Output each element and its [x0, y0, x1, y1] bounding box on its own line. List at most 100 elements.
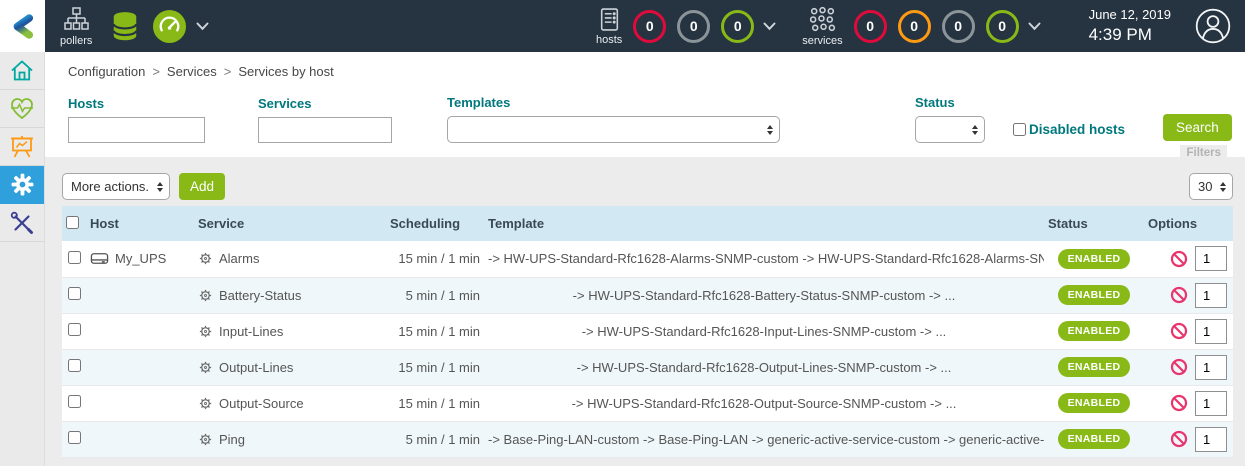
scheduling-value: 15 min / 1 min: [386, 313, 484, 349]
service-gear-icon: [198, 396, 213, 411]
breadcrumb-services[interactable]: Services: [167, 64, 217, 79]
tools-icon: [9, 210, 35, 236]
hosts-unreachable-badge[interactable]: 0: [677, 10, 710, 43]
host-link[interactable]: My_UPS: [115, 251, 166, 266]
services-filter-input[interactable]: [258, 117, 392, 143]
disable-icon[interactable]: [1170, 286, 1188, 304]
services-status-menu[interactable]: services: [802, 6, 842, 47]
datetime-display: June 12, 2019 4:39 PM: [1089, 7, 1171, 45]
services-unknown-badge[interactable]: 0: [942, 10, 975, 43]
column-header-template[interactable]: Template: [484, 206, 1044, 241]
actions-bar: More actions... Add 30: [45, 157, 1245, 200]
hosts-status-menu[interactable]: hosts: [596, 7, 622, 46]
services-warning-badge[interactable]: 0: [898, 10, 931, 43]
poller-chevron-down-icon[interactable]: [196, 22, 209, 31]
hosts-down-badge[interactable]: 0: [633, 10, 666, 43]
breadcrumb-separator: >: [224, 64, 232, 79]
status-filter-select[interactable]: [915, 116, 985, 143]
service-link[interactable]: Battery-Status: [219, 288, 301, 303]
breadcrumb-services-by-host[interactable]: Services by host: [238, 64, 333, 79]
hosts-filter-label: Hosts: [68, 96, 205, 111]
filters-tab[interactable]: Filters: [1180, 145, 1227, 161]
centreon-logo-icon: [9, 13, 36, 40]
breadcrumb-configuration[interactable]: Configuration: [68, 64, 145, 79]
templates-filter-label: Templates: [447, 95, 780, 110]
disabled-hosts-toggle[interactable]: Disabled hosts: [1013, 122, 1125, 137]
disabled-hosts-label: Disabled hosts: [1029, 122, 1125, 137]
scheduling-value: 15 min / 1 min: [386, 241, 484, 277]
duplicate-count-input[interactable]: [1195, 319, 1227, 344]
templates-filter-select[interactable]: [447, 116, 780, 143]
services-ok-badge[interactable]: 0: [986, 10, 1019, 43]
status-badge: ENABLED: [1058, 321, 1131, 341]
duplicate-count-input[interactable]: [1195, 427, 1227, 452]
duplicate-count-input[interactable]: [1195, 283, 1227, 308]
more-actions-select[interactable]: More actions...: [62, 173, 170, 200]
sidebar-item-monitoring[interactable]: [0, 90, 44, 128]
duplicate-count-input[interactable]: [1195, 391, 1227, 416]
table-row: Ping 5 min / 1 min -> Base-Ping-LAN-cust…: [62, 421, 1233, 457]
scheduling-value: 15 min / 1 min: [386, 385, 484, 421]
column-header-host[interactable]: Host: [86, 206, 194, 241]
column-header-service[interactable]: Service: [194, 206, 386, 241]
service-link[interactable]: Output-Source: [219, 396, 304, 411]
sidebar-item-administration[interactable]: [0, 204, 44, 242]
row-checkbox[interactable]: [68, 395, 81, 408]
service-gear-icon: [198, 324, 213, 339]
services-critical-badge[interactable]: 0: [854, 10, 887, 43]
presentation-chart-icon: [9, 134, 35, 160]
database-status-icon[interactable]: [110, 10, 140, 43]
column-header-options[interactable]: Options: [1144, 206, 1233, 241]
user-menu[interactable]: [1195, 8, 1231, 44]
hosts-filter-input[interactable]: [68, 117, 205, 143]
services-chevron-down-icon[interactable]: [1028, 22, 1041, 31]
table-row: Input-Lines 15 min / 1 min -> HW-UPS-Sta…: [62, 313, 1233, 349]
search-button[interactable]: Search: [1163, 114, 1232, 141]
hosts-chevron-down-icon[interactable]: [763, 22, 776, 31]
breadcrumb-separator: >: [152, 64, 160, 79]
duplicate-count-input[interactable]: [1195, 246, 1227, 271]
table-row: Output-Source 15 min / 1 min -> HW-UPS-S…: [62, 385, 1233, 421]
services-table: Host Service Scheduling Template Status …: [62, 206, 1233, 458]
hosts-up-badge[interactable]: 0: [721, 10, 754, 43]
status-filter-label: Status: [915, 95, 985, 110]
service-link[interactable]: Output-Lines: [219, 360, 293, 375]
sidebar-item-home[interactable]: [0, 52, 44, 90]
heart-pulse-icon: [9, 96, 35, 122]
disable-icon[interactable]: [1170, 358, 1188, 376]
page-size-select[interactable]: 30: [1189, 173, 1233, 200]
duplicate-count-input[interactable]: [1195, 355, 1227, 380]
service-link[interactable]: Alarms: [219, 251, 259, 266]
template-chain: -> HW-UPS-Standard-Rfc1628-Input-Lines-S…: [484, 313, 1044, 349]
sidebar-item-configuration[interactable]: [0, 166, 44, 204]
row-checkbox[interactable]: [68, 359, 81, 372]
gauge-status-icon[interactable]: [152, 9, 187, 44]
home-icon: [9, 58, 35, 84]
disabled-hosts-checkbox[interactable]: [1013, 123, 1026, 136]
disable-icon[interactable]: [1170, 394, 1188, 412]
disable-icon[interactable]: [1170, 322, 1188, 340]
disable-icon[interactable]: [1170, 430, 1188, 448]
service-link[interactable]: Ping: [219, 432, 245, 447]
select-all-checkbox[interactable]: [66, 216, 79, 229]
pollers-menu[interactable]: pollers: [60, 6, 92, 47]
sidebar-item-reporting[interactable]: [0, 128, 44, 166]
add-button[interactable]: Add: [179, 173, 225, 200]
gear-icon: [10, 172, 35, 197]
column-header-scheduling[interactable]: Scheduling: [386, 206, 484, 241]
row-checkbox[interactable]: [68, 431, 81, 444]
scheduling-value: 5 min / 1 min: [386, 421, 484, 457]
current-time: 4:39 PM: [1089, 24, 1171, 45]
service-link[interactable]: Input-Lines: [219, 324, 283, 339]
row-checkbox[interactable]: [68, 251, 81, 264]
row-checkbox[interactable]: [68, 323, 81, 336]
breadcrumb: Configuration > Services > Services by host: [45, 52, 1245, 89]
services-icon: [809, 6, 836, 33]
services-filter-label: Services: [258, 96, 392, 111]
column-header-status[interactable]: Status: [1044, 206, 1144, 241]
row-checkbox[interactable]: [68, 287, 81, 300]
pollers-label: pollers: [60, 35, 92, 47]
centreon-logo[interactable]: [0, 0, 45, 52]
disable-icon[interactable]: [1170, 250, 1188, 268]
top-header: pollers hosts 0 0 0: [0, 0, 1245, 52]
